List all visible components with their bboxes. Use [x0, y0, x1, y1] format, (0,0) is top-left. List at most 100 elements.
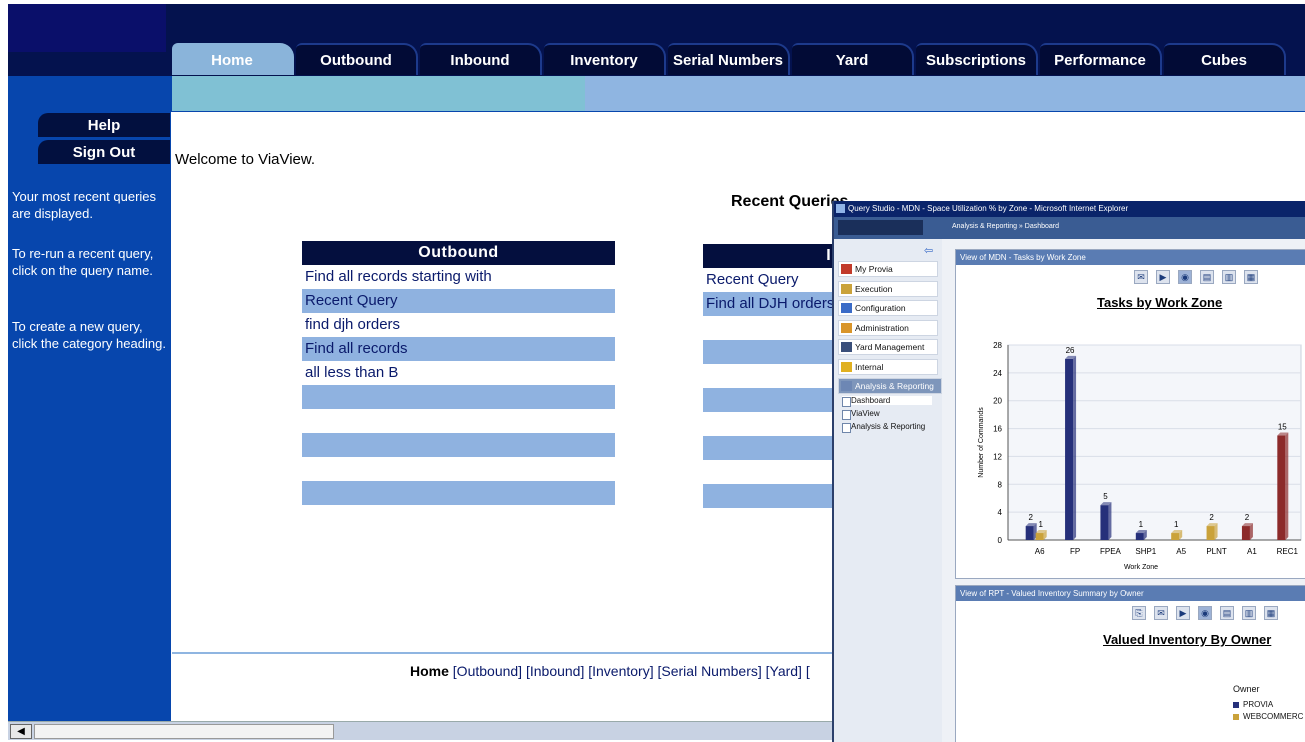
panel-header: View of RPT - Valued Inventory Summary b… [956, 586, 1305, 601]
data-label: 26 [1066, 346, 1075, 355]
footer-divider [172, 652, 832, 654]
bar [1135, 533, 1144, 540]
y-tick-label: 12 [993, 452, 1002, 461]
nav-icon [841, 381, 852, 391]
portal-nav: ⇦ My Provia Execution Configuration Adminis… [834, 239, 942, 742]
export-icon[interactable]: ⎘ [1132, 606, 1146, 620]
subnav-item[interactable]: Dashboard [842, 396, 932, 407]
x-tick-label: FPEA [1100, 547, 1122, 556]
tab-home[interactable]: Home [172, 43, 294, 75]
nav-item-configuration[interactable]: Configuration [838, 300, 938, 316]
window-toolbar: Analysis & Reporting » Dashboard [834, 217, 1305, 239]
breadcrumb: Analysis & Reporting » Dashboard [952, 223, 1060, 230]
x-tick-label: REC1 [1277, 547, 1299, 556]
scrollbar-thumb[interactable] [34, 724, 334, 739]
plot-area [1007, 344, 1302, 541]
nav-item-execution[interactable]: Execution [838, 280, 938, 297]
query-row[interactable]: Recent Query [302, 289, 615, 313]
query-row [302, 457, 615, 481]
subnav-item[interactable]: ViaView [842, 409, 880, 420]
x-tick-label: PLNT [1206, 547, 1227, 556]
outbound-query-table: Outbound Find all records starting with R… [302, 241, 615, 505]
x-tick-label: A5 [1176, 547, 1186, 556]
tab-performance[interactable]: Performance [1040, 43, 1162, 75]
bar-side [1108, 502, 1112, 540]
query-row[interactable]: Find all records starting with [302, 265, 615, 289]
nav-icon [841, 361, 852, 372]
query-row [302, 481, 615, 505]
sidebar-info-create: To create a new query, click the categor… [12, 319, 166, 351]
query-row[interactable]: all less than B [302, 361, 615, 385]
owner-legend-title: Owner [1233, 684, 1260, 694]
query-row[interactable]: Find all records [302, 337, 615, 361]
sign-out-button[interactable]: Sign Out [38, 140, 170, 164]
nav-item-analysis-reporting[interactable]: Analysis & Reporting [838, 378, 942, 394]
tab-outbound[interactable]: Outbound [296, 43, 418, 75]
subnav-item[interactable]: Analysis & Reporting [842, 422, 925, 433]
run-icon[interactable]: ▶ [1176, 606, 1190, 620]
tab-subscriptions[interactable]: Subscriptions [916, 43, 1038, 75]
tasks-by-work-zone-panel: View of MDN - Tasks by Work Zone ✉ ▶ ◉ ▤… [955, 249, 1305, 579]
scroll-left-icon[interactable]: ◀ [10, 724, 32, 739]
nav-label: Configuration [855, 303, 906, 313]
ie-icon [836, 204, 845, 213]
query-row [302, 433, 615, 457]
chart-icon[interactable]: ▤ [1220, 606, 1234, 620]
data-label: 5 [1103, 492, 1108, 501]
horizontal-scrollbar[interactable]: ◀ [8, 721, 832, 740]
nav-item-administration[interactable]: Administration [838, 319, 938, 336]
footer-links[interactable]: [Outbound] [Inbound] [Inventory] [Serial… [453, 663, 810, 679]
footer-nav: Home [Outbound] [Inbound] [Inventory] [S… [410, 663, 810, 679]
tab-serial-numbers[interactable]: Serial Numbers [668, 43, 790, 75]
nav-label: Yard Management [855, 342, 925, 352]
sub-bar-active-segment [172, 76, 585, 111]
window-search-input[interactable] [838, 220, 923, 235]
nav-label: Administration [855, 322, 909, 333]
data-label: 2 [1028, 513, 1033, 522]
footer-home-link[interactable]: Home [410, 663, 449, 679]
nav-item-internal[interactable]: Internal [838, 358, 938, 375]
table-icon[interactable]: ▥ [1242, 606, 1256, 620]
query-row[interactable]: find djh orders [302, 313, 615, 337]
y-tick-label: 24 [993, 369, 1002, 378]
help-button[interactable]: Help [38, 113, 170, 137]
tasks-bar-chart: 0481216202428Number of CommandsWork Zone… [978, 341, 1302, 570]
nav-item-yard-management[interactable]: Yard Management [838, 339, 938, 355]
query-studio-window: Query Studio - MDN - Space Utilization %… [832, 201, 1305, 742]
y-tick-label: 16 [993, 425, 1002, 434]
email-icon[interactable]: ✉ [1154, 606, 1168, 620]
back-arrow-icon[interactable]: ⇦ [924, 244, 933, 257]
nav-icon [841, 283, 852, 294]
data-label: 2 [1245, 513, 1250, 522]
tab-inventory[interactable]: Inventory [544, 43, 666, 75]
y-tick-label: 20 [993, 397, 1002, 406]
bar [1241, 526, 1250, 540]
bar [1100, 505, 1109, 540]
outbound-heading[interactable]: Outbound [302, 241, 615, 265]
tab-inbound[interactable]: Inbound [420, 43, 542, 75]
main-tabs: Home Outbound Inbound Inventory Serial Numbe… [172, 43, 1286, 75]
y-axis-label: Number of Commands [978, 407, 985, 478]
data-label: 1 [1038, 520, 1043, 529]
x-tick-label: FP [1070, 547, 1080, 556]
y-tick-label: 0 [998, 536, 1003, 545]
x-tick-label: A6 [1035, 547, 1045, 556]
nav-item-my-provia[interactable]: My Provia [838, 261, 938, 277]
tab-cubes[interactable]: Cubes [1164, 43, 1286, 75]
sidebar-info-recent: Your most recent queries are displayed. [12, 189, 157, 221]
panel-toolbar: ⎘ ✉ ▶ ◉ ▤ ▥ ▦ [1132, 606, 1278, 620]
bar [1065, 358, 1074, 540]
welcome-text: Welcome to ViaView. [175, 151, 316, 168]
x-tick-label: SHP1 [1135, 547, 1156, 556]
nav-icon [841, 264, 852, 274]
tab-yard[interactable]: Yard [792, 43, 914, 75]
grid-icon[interactable]: ▦ [1264, 606, 1278, 620]
bar [1025, 526, 1034, 540]
bar-side [1285, 432, 1289, 540]
x-tick-label: A1 [1247, 547, 1257, 556]
view-icon[interactable]: ◉ [1198, 606, 1212, 620]
query-row [302, 409, 615, 433]
valued-inventory-panel: View of RPT - Valued Inventory Summary b… [955, 585, 1305, 742]
window-title: Query Studio - MDN - Space Utilization %… [848, 204, 1129, 213]
inventory-chart-title: Valued Inventory By Owner [1103, 632, 1272, 647]
